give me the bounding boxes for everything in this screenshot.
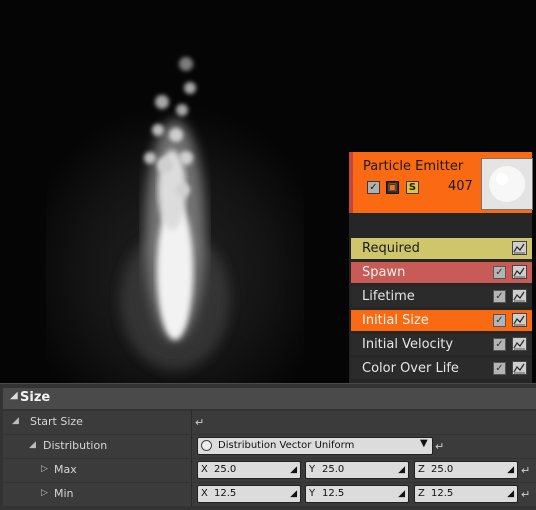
emitter-render-mode-icon[interactable]: ▣ (386, 181, 399, 194)
axis-label-z: Z (418, 464, 425, 475)
drag-handle-icon[interactable]: ◢ (398, 465, 405, 475)
min-z-field[interactable]: Z 12.5 ◢ (414, 485, 518, 503)
start-size-row: ◢ Start Size ↵ (3, 411, 536, 434)
module-label: Initial Velocity (362, 337, 454, 352)
axis-label-x: X (201, 488, 208, 499)
module-enable-checkbox[interactable]: ✓ (493, 338, 506, 351)
curve-editor-icon[interactable] (512, 361, 527, 375)
collapse-triangle-icon[interactable]: ◢ (10, 390, 18, 401)
size-section-header[interactable]: ◢ Size (3, 388, 536, 409)
max-z-field[interactable]: Z 25.0 ◢ (414, 461, 518, 479)
curve-editor-icon[interactable] (512, 337, 527, 351)
max-x-field[interactable]: X 25.0 ◢ (197, 461, 301, 479)
max-row: ▷ Max X 25.0 ◢ Y 25.0 ◢ Z 25.0 ◢ ↵ (3, 459, 536, 482)
emitter-solo-button[interactable]: S (406, 181, 419, 194)
emitter-enable-checkbox-icon[interactable]: ✓ (367, 181, 380, 194)
chevron-down-icon: ▼ (420, 438, 428, 449)
emitter-header[interactable]: Particle Emitter ✓ ▣ S 407 (349, 152, 533, 213)
module-row[interactable]: Color Over Life ✓ (351, 358, 532, 379)
collapse-triangle-icon[interactable]: ◢ (29, 440, 36, 450)
module-enable-checkbox[interactable]: ✓ (493, 314, 506, 327)
reset-arrow-icon[interactable]: ↵ (521, 488, 530, 501)
min-y-value: 12.5 (322, 488, 345, 499)
module-label: Initial Size (362, 313, 429, 328)
curve-editor-icon[interactable] (512, 265, 527, 279)
distribution-row: ◢ Distribution Distribution Vector Unifo… (3, 435, 536, 458)
min-row: ▷ Min X 12.5 ◢ Y 12.5 ◢ Z 12.5 ◢ ↵ (3, 483, 536, 506)
distribution-value: Distribution Vector Uniform (218, 440, 355, 451)
emitter-title: Particle Emitter (363, 159, 464, 174)
column-divider[interactable] (191, 435, 192, 458)
max-label: Max (54, 463, 77, 476)
max-z-value: 25.0 (431, 464, 454, 475)
particle-preview-viewport[interactable]: Particle Emitter ✓ ▣ S 407 Required Spawn… (0, 0, 536, 383)
module-row[interactable]: Lifetime ✓ (351, 286, 532, 307)
reset-arrow-icon[interactable]: ↵ (521, 464, 530, 477)
min-label: Min (54, 487, 74, 500)
start-size-label: Start Size (30, 415, 83, 428)
column-divider[interactable] (191, 483, 192, 506)
curve-editor-icon[interactable] (512, 241, 527, 255)
reset-arrow-icon[interactable]: ↵ (195, 416, 204, 429)
expand-triangle-icon[interactable]: ▷ (41, 488, 48, 498)
particle-emitter-panel[interactable]: Particle Emitter ✓ ▣ S 407 Required Spawn… (349, 152, 533, 383)
min-x-value: 12.5 (214, 488, 237, 499)
curve-editor-icon[interactable] (512, 289, 527, 303)
module-row[interactable]: Initial Size ✓ (351, 310, 532, 331)
drag-handle-icon[interactable]: ◢ (507, 465, 514, 475)
collapse-triangle-icon[interactable]: ◢ (12, 416, 19, 426)
axis-label-y: Y (309, 464, 316, 475)
size-section-title: Size (20, 390, 51, 405)
axis-label-x: X (201, 464, 208, 475)
min-x-field[interactable]: X 12.5 ◢ (197, 485, 301, 503)
min-y-field[interactable]: Y 12.5 ◢ (305, 485, 409, 503)
module-row[interactable]: Required (351, 238, 532, 259)
module-label: Color Over Life (362, 361, 459, 376)
drag-handle-icon[interactable]: ◢ (290, 489, 297, 499)
axis-label-z: Z (418, 488, 425, 499)
distribution-label: Distribution (43, 439, 108, 452)
curve-editor-icon[interactable] (512, 313, 527, 327)
column-divider[interactable] (191, 459, 192, 482)
max-y-value: 25.0 (322, 464, 345, 475)
distribution-dropdown[interactable]: Distribution Vector Uniform ▼ (197, 437, 433, 455)
module-enable-checkbox[interactable]: ✓ (493, 290, 506, 303)
expand-triangle-icon[interactable]: ▷ (41, 464, 48, 474)
drag-handle-icon[interactable]: ◢ (290, 465, 297, 475)
emitter-thumbnail (481, 158, 533, 210)
column-divider[interactable] (191, 411, 192, 434)
reset-arrow-icon[interactable]: ↵ (435, 440, 444, 453)
module-row[interactable]: Spawn ✓ (351, 262, 532, 283)
min-z-value: 12.5 (431, 488, 454, 499)
module-enable-checkbox[interactable]: ✓ (493, 266, 506, 279)
module-row[interactable]: Initial Velocity ✓ (351, 334, 532, 355)
module-enable-checkbox[interactable]: ✓ (493, 362, 506, 375)
module-label: Spawn (362, 265, 406, 280)
details-panel: ◢ Size ◢ Start Size ↵ ◢ Distribution Dis… (0, 383, 536, 510)
drag-handle-icon[interactable]: ◢ (507, 489, 514, 499)
module-label: Required (362, 241, 420, 256)
distribution-type-icon (201, 440, 212, 451)
emitter-particle-count: 407 (448, 179, 473, 194)
module-label: Lifetime (362, 289, 415, 304)
axis-label-y: Y (309, 488, 316, 499)
max-y-field[interactable]: Y 25.0 ◢ (305, 461, 409, 479)
drag-handle-icon[interactable]: ◢ (398, 489, 405, 499)
max-x-value: 25.0 (214, 464, 237, 475)
